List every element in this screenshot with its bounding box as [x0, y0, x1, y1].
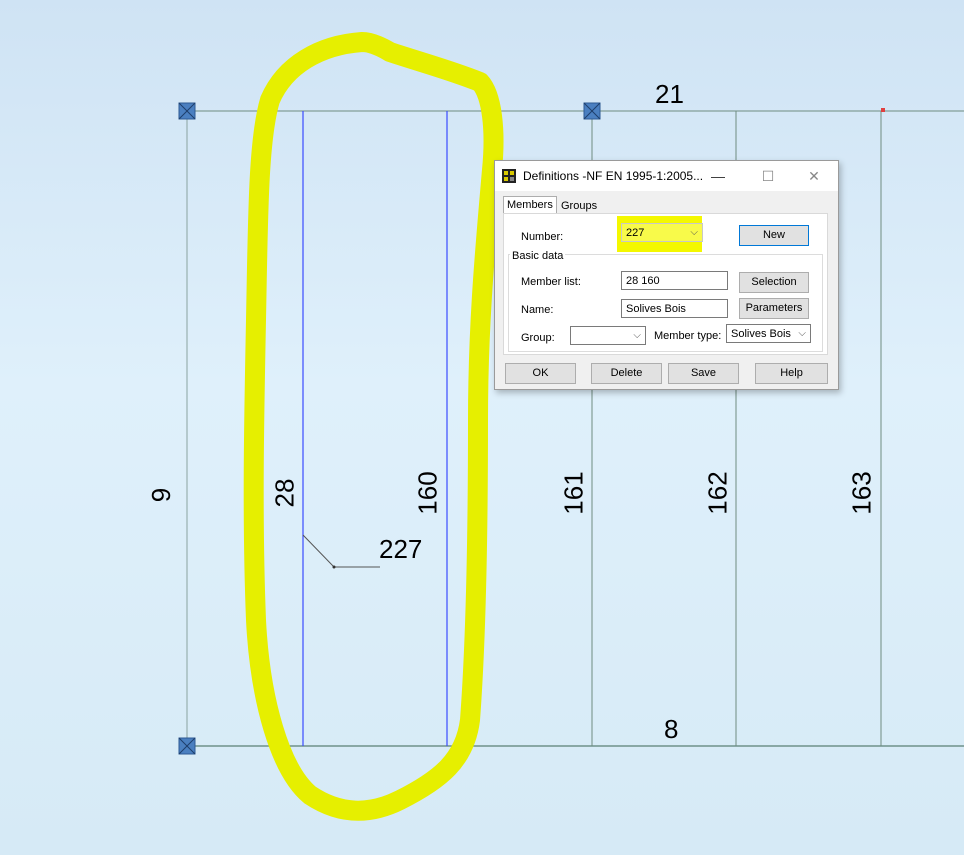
delete-button[interactable]: Delete — [591, 363, 662, 384]
name-field[interactable]: Solives Bois — [621, 299, 728, 318]
node-label-top: 21 — [655, 79, 684, 109]
parameters-button[interactable]: Parameters — [739, 298, 809, 319]
member-list-label: Member list: — [521, 276, 581, 288]
structure-viewport[interactable]: 21 8 9 28 160 161 162 163 227 — [0, 0, 964, 855]
ok-button[interactable]: OK — [505, 363, 576, 384]
chevron-down-icon: ⌵ — [798, 328, 806, 339]
number-combo[interactable]: 227 ⌵ — [621, 223, 703, 242]
close-button[interactable]: ✕ — [799, 166, 829, 186]
node-label-bottom: 8 — [664, 714, 679, 744]
member-label-28: 28 — [269, 478, 300, 508]
number-label: Number: — [521, 231, 564, 243]
tab-groups[interactable]: Groups — [558, 198, 600, 214]
callout-leader — [302, 534, 380, 568]
group-label: Group: — [521, 332, 555, 344]
minimize-button[interactable]: — — [703, 166, 733, 186]
highlight-annotation — [243, 32, 504, 821]
definitions-dialog: Definitions -NF EN 1995-1:2005... — ☐ ✕ … — [494, 160, 839, 390]
member-list-field[interactable]: 28 160 — [621, 271, 728, 290]
structure-drawing — [178, 32, 964, 821]
tab-members[interactable]: Members — [503, 196, 557, 214]
basic-data-title: Basic data — [510, 250, 566, 262]
member-label-9: 9 — [146, 487, 177, 503]
app-icon — [502, 169, 516, 183]
name-label: Name: — [521, 304, 554, 316]
support-node-icon — [178, 102, 196, 120]
members-panel: Number: 227 ⌵ New Basic data Member list… — [503, 213, 828, 355]
support-node-icon — [178, 737, 196, 755]
chevron-down-icon: ⌵ — [690, 227, 698, 238]
member-label-161: 161 — [558, 471, 589, 515]
dialog-titlebar[interactable]: Definitions -NF EN 1995-1:2005... — ☐ ✕ — [495, 161, 838, 191]
member-label-163: 163 — [846, 471, 877, 515]
new-button[interactable]: New — [739, 225, 809, 246]
member-type-label: Member type: — [654, 330, 722, 342]
selection-button[interactable]: Selection — [739, 272, 809, 293]
number-value: 227 — [626, 227, 645, 239]
member-label-160: 160 — [412, 471, 443, 515]
dialog-title: Definitions -NF EN 1995-1:2005... — [523, 169, 704, 183]
member-type-combo[interactable]: Solives Bois ⌵ — [726, 324, 811, 343]
help-button[interactable]: Help — [755, 363, 828, 384]
maximize-button[interactable]: ☐ — [753, 166, 783, 186]
callout-label: 227 — [379, 534, 423, 564]
member-type-value: Solives Bois — [731, 328, 791, 340]
save-button[interactable]: Save — [668, 363, 739, 384]
member-label-162: 162 — [702, 471, 733, 515]
chevron-down-icon: ⌵ — [633, 330, 641, 341]
support-node-icon — [583, 102, 601, 120]
group-combo[interactable]: ⌵ — [570, 326, 646, 345]
